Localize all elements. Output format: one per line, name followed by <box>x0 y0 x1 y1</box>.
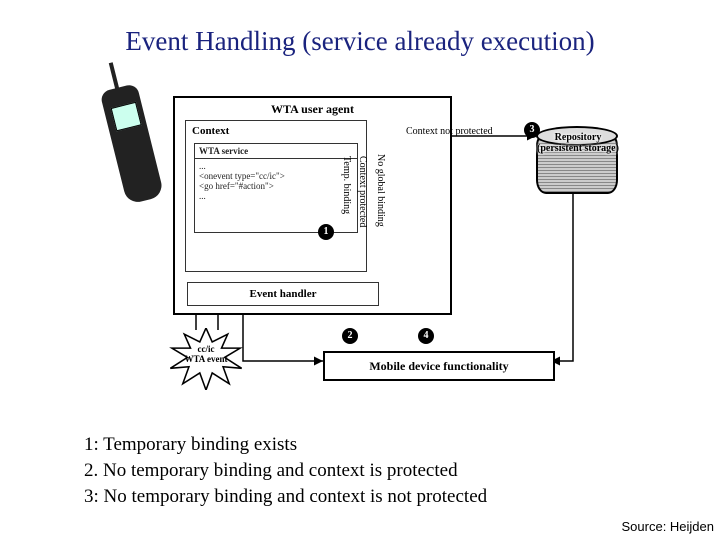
phone-icon <box>100 83 165 205</box>
context-box: Context WTA service ... <onevent type="c… <box>185 120 367 272</box>
marker-3: 3 <box>524 122 540 138</box>
marker-2: 2 <box>342 328 358 344</box>
path-label-no-global-binding: No global binding <box>375 154 386 274</box>
path-label-context-protected: Context protected <box>357 156 368 276</box>
slide: Event Handling (service already executio… <box>0 0 720 540</box>
context-label: Context <box>192 125 229 137</box>
legend-item-2: 2. No temporary binding and context is p… <box>84 458 487 484</box>
path-label-temp-binding: Temp. binding <box>341 156 352 266</box>
starburst-line1: cc/ic <box>198 344 215 354</box>
starburst-text: cc/ic WTA event <box>166 344 246 364</box>
mobile-device-functionality-box: Mobile device functionality <box>323 351 555 381</box>
legend: 1: Temporary binding exists 2. No tempor… <box>84 432 487 510</box>
legend-item-3: 3: No temporary binding and context is n… <box>84 484 487 510</box>
code-line: <go href="#action"> <box>199 181 353 191</box>
diagram: WTA user agent Context WTA service ... <… <box>118 96 618 406</box>
starburst-line2: WTA event <box>184 354 227 364</box>
source-attribution: Source: Heijden <box>622 519 715 534</box>
repository-label: Repository (persistent storage) <box>536 132 620 154</box>
event-handler-box: Event handler <box>187 282 379 306</box>
slide-title: Event Handling (service already executio… <box>0 26 720 57</box>
code-line: ... <box>199 191 353 201</box>
wta-service-header: WTA service <box>195 144 357 159</box>
code-line: <onevent type="cc/ic"> <box>199 171 353 181</box>
context-not-protected-label: Context not protected <box>406 126 493 137</box>
wta-service-box: WTA service ... <onevent type="cc/ic"> <… <box>194 143 358 233</box>
code-line: ... <box>199 161 353 171</box>
starburst-icon: cc/ic WTA event <box>166 328 246 390</box>
marker-4: 4 <box>418 328 434 344</box>
wta-user-agent-label: WTA user agent <box>175 102 450 117</box>
marker-1: 1 <box>318 224 334 240</box>
legend-item-1: 1: Temporary binding exists <box>84 432 487 458</box>
